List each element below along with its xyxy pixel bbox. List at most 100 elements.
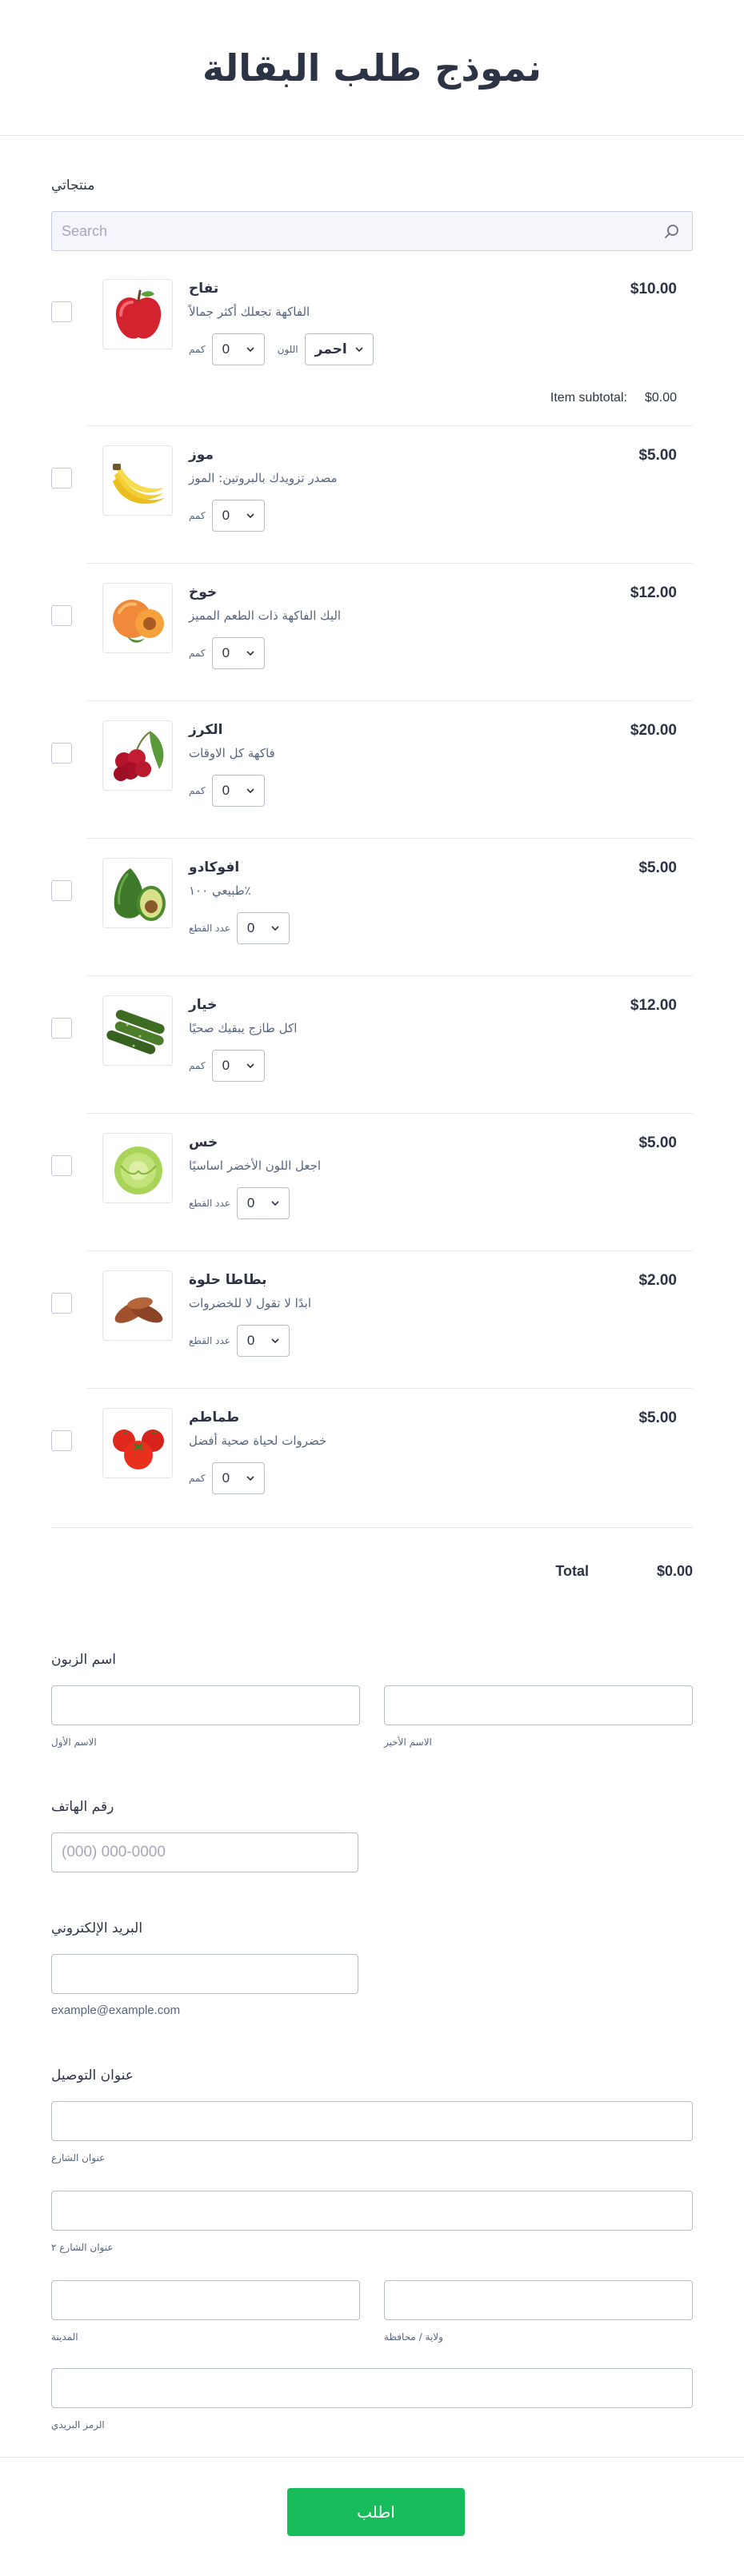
product-options: عدد القطع 0: [189, 912, 290, 944]
product-description: طبيعي ١٠٠٪: [189, 883, 251, 898]
product-list: تفاح الفاكهة تجعلك أكثر جمالاً $10.00 كم…: [51, 260, 693, 1526]
last-name-input[interactable]: [385, 1686, 692, 1725]
product-name: خس: [189, 1134, 218, 1150]
product-price: $20.00: [630, 722, 677, 739]
product-checkbox[interactable]: [51, 1018, 72, 1039]
state-sublabel: ولاية / محافظة: [384, 2331, 443, 2343]
search-icon[interactable]: [663, 223, 681, 241]
product-item-avocado: افوكادو طبيعي ١٠٠٪ $5.00 عدد القطع 0: [51, 839, 693, 976]
product-item-apple: تفاح الفاكهة تجعلك أكثر جمالاً $10.00 كم…: [51, 260, 693, 426]
product-checkbox[interactable]: [51, 1293, 72, 1314]
product-item-peach: خوخ اليك الفاكهة ذات الطعم المميز $12.00…: [51, 564, 693, 701]
form-footer: اطلب: [0, 2457, 744, 2576]
product-search: [51, 211, 693, 251]
last-name-sublabel: الاسم الأخير: [384, 1737, 432, 1748]
search-input[interactable]: [52, 212, 692, 250]
quantity-value: 0: [246, 1333, 255, 1348]
product-description: خضروات لحياة صحية أفضل: [189, 1434, 327, 1448]
street-sublabel: عنوان الشارع: [51, 2152, 106, 2163]
total-row: Total $0.00: [51, 1527, 693, 1583]
product-checkbox[interactable]: [51, 301, 72, 322]
quantity-select[interactable]: 0: [211, 1462, 265, 1494]
email-label: البريد الإلكتروني: [51, 1920, 143, 1936]
product-image: [102, 1133, 173, 1203]
quantity-value: 0: [222, 645, 230, 660]
phone-input[interactable]: [52, 1833, 358, 1872]
product-price: $2.00: [638, 1272, 677, 1289]
product-name: تفاح: [189, 281, 219, 297]
product-image: [102, 995, 173, 1066]
product-name: بطاطا حلوة: [189, 1272, 267, 1288]
chevron-down-icon: [271, 1338, 279, 1344]
chevron-down-icon: [246, 347, 254, 353]
zip-input[interactable]: [52, 2369, 692, 2407]
product-checkbox[interactable]: [51, 468, 72, 488]
chevron-down-icon: [246, 513, 254, 519]
form-header: نموذج طلب البقالة: [0, 0, 744, 136]
quantity-value: 0: [222, 508, 230, 523]
avocado-icon: [114, 868, 166, 921]
quantity-select[interactable]: 0: [211, 500, 265, 532]
sweet-potato-icon: [114, 1297, 163, 1323]
first-name-input[interactable]: [52, 1686, 359, 1725]
quantity-select[interactable]: 0: [236, 912, 290, 944]
phone-field: [51, 1832, 358, 1872]
chevron-down-icon: [246, 1476, 254, 1481]
state-field: [384, 2280, 693, 2320]
product-item-banana: موز مصدر تزويدك بالبروتين: الموز $5.00 ك…: [51, 426, 693, 564]
product-checkbox[interactable]: [51, 880, 72, 901]
product-image: [102, 720, 173, 791]
quantity-label: كمم: [189, 785, 206, 796]
products-label: منتجاتي: [51, 177, 95, 193]
color-select[interactable]: احمر: [304, 333, 374, 365]
product-description: فاكهة كل الاوقات: [189, 746, 275, 760]
quantity-select[interactable]: 0: [236, 1187, 290, 1219]
product-options: عدد القطع 0: [189, 1187, 290, 1219]
product-price: $12.00: [630, 997, 677, 1014]
customer-name-label: اسم الزبون: [51, 1652, 116, 1668]
street-input[interactable]: [52, 2102, 692, 2140]
email-input[interactable]: [52, 1955, 358, 1993]
product-description: ابدًا لا تقول لا للخضروات: [189, 1296, 312, 1310]
quantity-select[interactable]: 0: [211, 775, 265, 807]
product-image: [102, 858, 173, 928]
street2-input[interactable]: [52, 2191, 692, 2230]
product-description: اليك الفاكهة ذات الطعم المميز: [189, 608, 342, 623]
quantity-select[interactable]: 0: [211, 637, 265, 669]
quantity-select[interactable]: 0: [211, 1050, 265, 1082]
subtotal-label: Item subtotal:: [550, 391, 627, 405]
product-checkbox[interactable]: [51, 1155, 72, 1176]
submit-button[interactable]: اطلب: [287, 2488, 465, 2536]
item-subtotal: Item subtotal: $0.00: [550, 391, 677, 405]
quantity-value: 0: [222, 1058, 230, 1073]
product-checkbox[interactable]: [51, 743, 72, 764]
quantity-label: كمم: [189, 648, 206, 659]
quantity-select[interactable]: 0: [211, 333, 265, 365]
product-options: كمم 0: [189, 775, 265, 807]
product-checkbox[interactable]: [51, 605, 72, 626]
quantity-select[interactable]: 0: [236, 1325, 290, 1357]
product-description: اجعل اللون الأخضر اساسيًا: [189, 1158, 322, 1173]
street-field: [51, 2101, 693, 2141]
product-name: طماطم: [189, 1410, 240, 1426]
product-item-cherry: الكرز فاكهة كل الاوقات $20.00 كمم 0: [51, 701, 693, 839]
product-checkbox[interactable]: [51, 1430, 72, 1451]
product-price: $10.00: [630, 281, 677, 297]
street2-sublabel: عنوان الشارع ٢: [51, 2242, 114, 2253]
city-input[interactable]: [52, 2281, 359, 2319]
product-name: خيار: [189, 997, 218, 1013]
chevron-down-icon: [271, 1201, 279, 1206]
product-description: اكل طازج يبقيك صحيًا: [189, 1021, 298, 1035]
product-image: [102, 1270, 173, 1341]
chevron-down-icon: [246, 788, 254, 794]
chevron-down-icon: [246, 651, 254, 656]
product-name: موز: [189, 447, 214, 463]
color-value: احمر: [314, 341, 347, 357]
page-title: نموذج طلب البقالة: [202, 46, 542, 90]
banana-icon: [113, 464, 166, 504]
product-options: كمم 0: [189, 1050, 265, 1082]
product-image: [102, 279, 173, 349]
product-image: [102, 445, 173, 516]
peach-icon: [113, 600, 164, 643]
state-input[interactable]: [385, 2281, 692, 2319]
